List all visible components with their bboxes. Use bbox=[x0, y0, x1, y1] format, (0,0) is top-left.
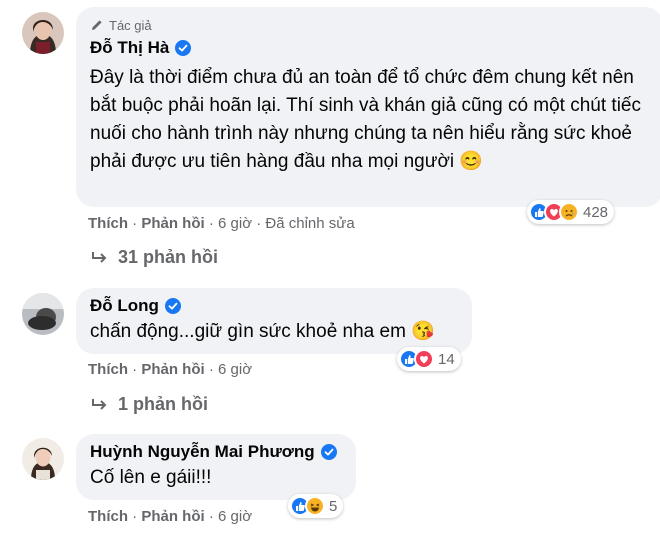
reply-button[interactable]: Phản hồi bbox=[141, 215, 204, 232]
view-replies-link[interactable]: 31 phản hồi bbox=[90, 247, 218, 268]
reaction-count: 14 bbox=[438, 350, 455, 368]
comment-author[interactable]: Đỗ Thị Hà bbox=[90, 38, 649, 58]
avatar-do-thi-ha[interactable] bbox=[22, 12, 64, 54]
separator: · bbox=[132, 508, 142, 525]
author-name[interactable]: Huỳnh Nguyễn Mai Phương bbox=[90, 442, 315, 462]
comment-actions: Thích · Phản hồi · 6 giờ · Đã chỉnh sửa bbox=[88, 215, 355, 232]
edited-label: Đã chỉnh sửa bbox=[265, 215, 355, 232]
verified-badge-icon bbox=[164, 298, 181, 314]
separator: · bbox=[208, 361, 219, 378]
timestamp[interactable]: 6 giờ bbox=[218, 508, 252, 525]
separator: · bbox=[132, 361, 142, 378]
sad-icon bbox=[559, 202, 579, 222]
reaction-summary[interactable]: 428 bbox=[527, 200, 615, 224]
comment-author[interactable]: Đỗ Long bbox=[90, 296, 458, 316]
verified-badge-icon bbox=[175, 40, 192, 56]
comment-actions: Thích · Phản hồi · 6 giờ bbox=[88, 508, 252, 525]
comment-actions: Thích · Phản hồi · 6 giờ bbox=[88, 361, 252, 378]
replies-count[interactable]: 1 phản hồi bbox=[118, 394, 208, 415]
avatar-huynh-nguyen-mai-phuong[interactable] bbox=[22, 438, 64, 480]
comment-bubble: Huỳnh Nguyễn Mai Phương Cố lên e gáii!!! bbox=[76, 434, 356, 500]
reaction-count: 428 bbox=[583, 203, 609, 221]
replies-count[interactable]: 31 phản hồi bbox=[118, 247, 218, 268]
separator: · bbox=[208, 508, 219, 525]
love-icon bbox=[414, 349, 434, 369]
like-button[interactable]: Thích bbox=[88, 361, 128, 378]
comment-text: Cố lên e gáii!!! bbox=[90, 467, 212, 488]
timestamp[interactable]: 6 giờ bbox=[218, 361, 252, 378]
reply-arrow-icon bbox=[92, 398, 107, 410]
separator: · bbox=[132, 215, 142, 232]
like-button[interactable]: Thích bbox=[88, 215, 128, 232]
comment-author[interactable]: Huỳnh Nguyễn Mai Phương bbox=[90, 442, 342, 462]
verified-badge-icon bbox=[320, 444, 337, 460]
separator: · bbox=[208, 215, 219, 232]
reply-arrow-icon bbox=[92, 251, 107, 263]
author-name[interactable]: Đỗ Thị Hà bbox=[90, 38, 169, 58]
avatar-do-long[interactable] bbox=[22, 293, 64, 335]
reaction-count: 5 bbox=[329, 497, 338, 515]
author-badge-label: Tác giả bbox=[109, 17, 152, 33]
reaction-summary[interactable]: 14 bbox=[397, 347, 461, 371]
comment-text: Đây là thời điểm chưa đủ an toàn để tổ c… bbox=[90, 67, 641, 172]
comment-bubble: Tác giả Đỗ Thị Hà Đây là thời điểm chưa … bbox=[76, 7, 660, 207]
view-replies-link[interactable]: 1 phản hồi bbox=[90, 394, 208, 415]
comment-bubble: Đỗ Long chấn động...giữ gìn sức khoẻ nha… bbox=[76, 288, 472, 354]
timestamp[interactable]: 6 giờ bbox=[218, 215, 252, 232]
author-name[interactable]: Đỗ Long bbox=[90, 296, 159, 316]
pencil-icon bbox=[92, 20, 102, 30]
haha-icon bbox=[305, 496, 325, 516]
reply-button[interactable]: Phản hồi bbox=[141, 508, 204, 525]
comment-text: chấn động...giữ gìn sức khoẻ nha em 😘 bbox=[90, 321, 435, 342]
like-button[interactable]: Thích bbox=[88, 508, 128, 525]
reply-button[interactable]: Phản hồi bbox=[141, 361, 204, 378]
reaction-summary[interactable]: 5 bbox=[288, 494, 344, 518]
author-badge: Tác giả bbox=[90, 16, 649, 34]
